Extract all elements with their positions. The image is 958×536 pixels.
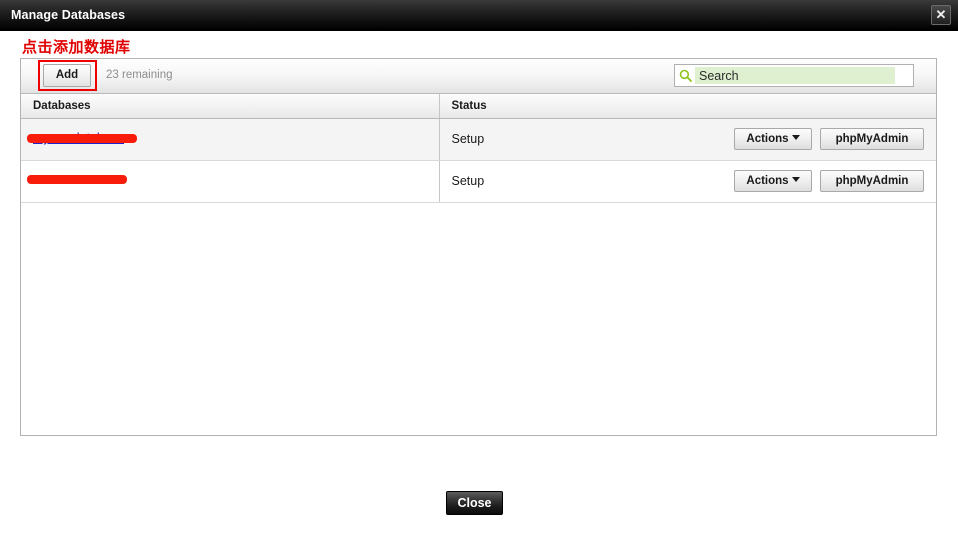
table-row: mynewdatabase Setup Actions phpMyAdmin xyxy=(21,118,936,161)
add-database-button[interactable]: Add xyxy=(43,64,91,87)
row-action-buttons: Actions phpMyAdmin xyxy=(734,169,924,192)
manage-databases-panel: Add 23 remaining Databases Status xyxy=(20,58,937,436)
databases-remaining-label: 23 remaining xyxy=(106,69,173,81)
search-box[interactable] xyxy=(674,64,914,87)
actions-dropdown-button[interactable]: Actions xyxy=(734,127,812,150)
window-titlebar: Manage Databases ✕ xyxy=(0,0,958,31)
phpmyadmin-button[interactable]: phpMyAdmin xyxy=(820,169,924,192)
panel-toolbar: Add 23 remaining xyxy=(21,59,936,94)
search-magnifier-icon xyxy=(675,65,695,86)
cell-database-name: mynewdatabase xyxy=(21,118,439,161)
cell-database-name xyxy=(21,160,439,203)
cell-status: Setup Actions phpMyAdmin xyxy=(438,160,936,203)
column-header-status: Status xyxy=(438,94,936,119)
table-row: Setup Actions phpMyAdmin xyxy=(21,160,936,203)
actions-dropdown-button[interactable]: Actions xyxy=(734,169,812,192)
close-dialog-button[interactable]: Close xyxy=(446,491,503,515)
window-title: Manage Databases xyxy=(11,8,126,22)
phpmyadmin-button[interactable]: phpMyAdmin xyxy=(820,127,924,150)
status-label: Setup xyxy=(451,174,485,188)
database-link[interactable]: mynewdatabase xyxy=(33,131,124,145)
cell-status: Setup Actions phpMyAdmin xyxy=(438,118,936,161)
database-name-redacted: mynewdatabase xyxy=(27,131,137,147)
search-input[interactable] xyxy=(695,67,895,84)
chevron-down-icon xyxy=(791,134,800,140)
databases-table: Databases Status mynewdatabase Setup Act… xyxy=(21,94,936,203)
close-x-icon[interactable]: ✕ xyxy=(931,5,951,25)
table-header-row: Databases Status xyxy=(21,94,936,119)
chevron-down-icon xyxy=(791,176,800,182)
annotation-text: 点击添加数据库 xyxy=(22,38,131,56)
actions-button-label: Actions xyxy=(746,132,789,145)
status-label: Setup xyxy=(451,132,485,146)
redaction-stroke xyxy=(27,174,127,184)
row-action-buttons: Actions phpMyAdmin xyxy=(734,127,924,150)
column-header-databases: Databases xyxy=(21,94,439,119)
actions-button-label: Actions xyxy=(746,174,789,187)
